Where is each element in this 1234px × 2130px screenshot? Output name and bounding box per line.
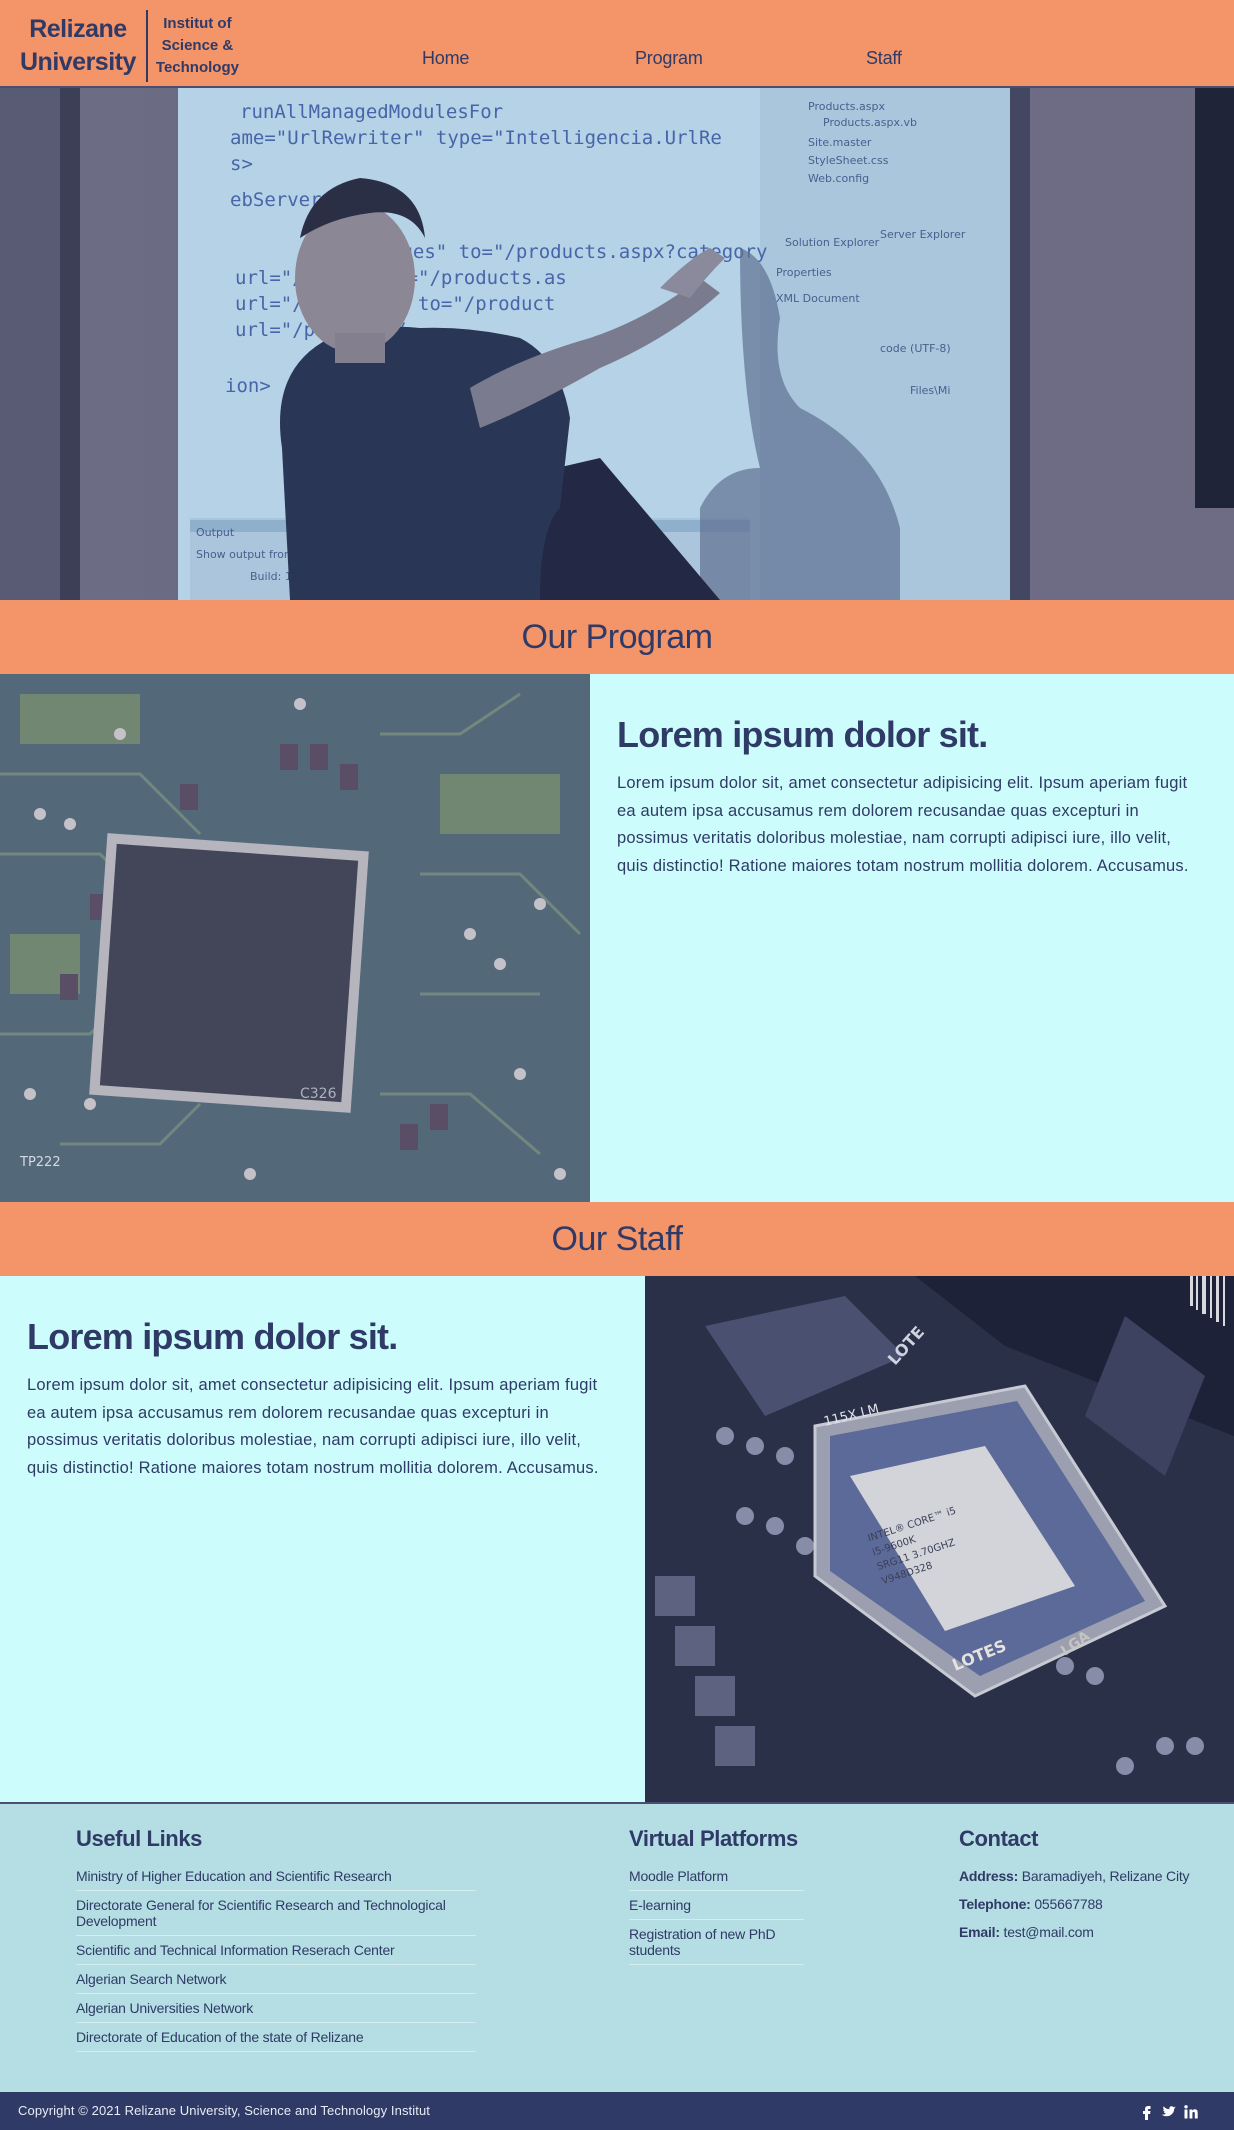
hero-panel-item3: Site.master bbox=[808, 136, 872, 149]
hero-panel-item6: Solution Explorer bbox=[785, 236, 880, 249]
copyright-bar: Copyright © 2021 Relizane University, Sc… bbox=[0, 2092, 1234, 2130]
brand-sub-line2: Science & bbox=[161, 37, 234, 54]
hero-panel-item10: code (UTF-8) bbox=[880, 342, 951, 355]
useful-link-item[interactable]: Algerian Universities Network bbox=[76, 1994, 476, 2023]
contact-address-value: Baramadiyeh, Relizane City bbox=[1021, 1868, 1190, 1884]
program-section-title: Our Program bbox=[521, 618, 714, 656]
facebook-icon[interactable] bbox=[1138, 2103, 1156, 2121]
virtual-platforms-title: Virtual Platforms bbox=[629, 1826, 798, 1851]
hero-panel-item4: StyleSheet.css bbox=[808, 154, 889, 167]
navbar: Relizane University Institut of Science … bbox=[0, 0, 1234, 88]
brand-sub-line3: Technology bbox=[155, 59, 239, 76]
program-heading: Lorem ipsum dolor sit. bbox=[617, 714, 988, 755]
useful-link-item[interactable]: Ministry of Higher Education and Scienti… bbox=[76, 1862, 476, 1891]
useful-link-item[interactable]: Scientific and Technical Information Res… bbox=[76, 1936, 476, 1965]
linkedin-icon[interactable] bbox=[1182, 2103, 1200, 2121]
hero-image: runAllManagedModulesFor ame="UrlRewriter… bbox=[0, 88, 1234, 600]
staff-section-header: Our Staff bbox=[0, 1202, 1234, 1276]
program-text-pane: Lorem ipsum dolor sit. Lorem ipsum dolor… bbox=[590, 674, 1234, 1202]
contact-telephone-value: 055667788 bbox=[1034, 1896, 1103, 1912]
nav-home-link[interactable]: Home bbox=[422, 48, 469, 69]
hero-code-line3: s> bbox=[230, 153, 253, 175]
hero-output-label: Show output from: bbox=[196, 548, 298, 561]
staff-body: Lorem ipsum dolor sit, amet consectetur … bbox=[27, 1376, 599, 1477]
program-circuit-photo: TP222 C326 bbox=[0, 674, 590, 1202]
hero-panel-item7: Server Explorer bbox=[880, 228, 966, 241]
brand-sub-line1: Institut of bbox=[163, 15, 232, 32]
contact-email-label: Email: bbox=[959, 1924, 1000, 1940]
board-label-c326: C326 bbox=[300, 1086, 337, 1102]
staff-heading: Lorem ipsum dolor sit. bbox=[27, 1316, 398, 1357]
hero-code-line1: runAllManagedModulesFor bbox=[240, 101, 503, 123]
brand-name: Relizane University bbox=[20, 13, 136, 79]
hero-output-build: Build: 1 bbox=[250, 570, 292, 583]
nav-staff-link[interactable]: Staff bbox=[866, 48, 902, 69]
hero-output-title: Output bbox=[196, 526, 235, 539]
staff-text-pane: Lorem ipsum dolor sit. Lorem ipsum dolor… bbox=[0, 1276, 645, 1802]
copyright-text: Copyright © 2021 Relizane University, Sc… bbox=[18, 2103, 430, 2118]
twitter-icon[interactable] bbox=[1159, 2103, 1177, 2121]
cpu-motherboard-image: INTEL® CORE™ i5 i5-9600K SRG11 3.70GHZ V… bbox=[645, 1276, 1234, 1802]
board-label-tp222: TP222 bbox=[19, 1155, 61, 1170]
staff-cpu-photo: INTEL® CORE™ i5 i5-9600K SRG11 3.70GHZ V… bbox=[645, 1276, 1234, 1802]
useful-link-item[interactable]: Directorate of Education of the state of… bbox=[76, 2023, 476, 2052]
footer-contact: Contact Address: Baramadiyeh, Relizane C… bbox=[959, 1826, 1219, 1946]
brand-name-line2: University bbox=[20, 48, 136, 76]
useful-link-item[interactable]: Algerian Search Network bbox=[76, 1965, 476, 1994]
hero-panel-item1: Products.aspx bbox=[808, 100, 885, 113]
virtual-platform-link[interactable]: E-learning bbox=[629, 1891, 804, 1920]
brand-name-line1: Relizane bbox=[29, 15, 127, 43]
useful-link-item[interactable]: Directorate General for Scientific Resea… bbox=[76, 1891, 476, 1936]
footer-useful-links: Useful Links Ministry of Higher Educatio… bbox=[76, 1826, 476, 2052]
contact-address-label: Address: bbox=[959, 1868, 1019, 1884]
brand-subtitle: Institut of Science & Technology bbox=[156, 13, 239, 79]
staff-section-title: Our Staff bbox=[551, 1220, 683, 1258]
contact-address: Address: Baramadiyeh, Relizane City bbox=[959, 1862, 1219, 1890]
nav-program-link[interactable]: Program bbox=[635, 48, 703, 69]
contact-email-value[interactable]: test@mail.com bbox=[1004, 1924, 1094, 1940]
footer-virtual-platforms: Virtual Platforms Moodle Platform E-lear… bbox=[629, 1826, 804, 1965]
virtual-platform-link[interactable]: Registration of new PhD students bbox=[629, 1920, 804, 1965]
hero-code-line2: ame="UrlRewriter" type="Intelligencia.Ur… bbox=[230, 127, 722, 149]
program-section-header: Our Program bbox=[0, 600, 1234, 674]
hero-panel-item9: XML Document bbox=[776, 292, 860, 305]
hero-code-line9: ion> bbox=[225, 375, 271, 397]
hero-panel-item2: Products.aspx.vb bbox=[823, 116, 917, 129]
contact-telephone-label: Telephone: bbox=[959, 1896, 1031, 1912]
hero-panel-item8: Properties bbox=[776, 266, 832, 279]
contact-email: Email: test@mail.com bbox=[959, 1918, 1219, 1946]
contact-title: Contact bbox=[959, 1826, 1039, 1851]
brand-divider bbox=[145, 10, 148, 82]
program-body: Lorem ipsum dolor sit, amet consectetur … bbox=[617, 774, 1189, 875]
useful-links-title: Useful Links bbox=[76, 1826, 203, 1851]
circuit-board-image: TP222 C326 bbox=[0, 674, 590, 1202]
footer: Useful Links Ministry of Higher Educatio… bbox=[0, 1802, 1234, 2092]
brand-logo[interactable]: Relizane University Institut of Science … bbox=[20, 10, 239, 82]
virtual-platform-link[interactable]: Moodle Platform bbox=[629, 1862, 804, 1891]
hero-lecturer-photo: runAllManagedModulesFor ame="UrlRewriter… bbox=[0, 88, 1234, 600]
contact-telephone: Telephone: 055667788 bbox=[959, 1890, 1219, 1918]
hero-panel-item5: Web.config bbox=[808, 172, 869, 185]
hero-panel-item11: Files\Mi bbox=[910, 384, 950, 397]
